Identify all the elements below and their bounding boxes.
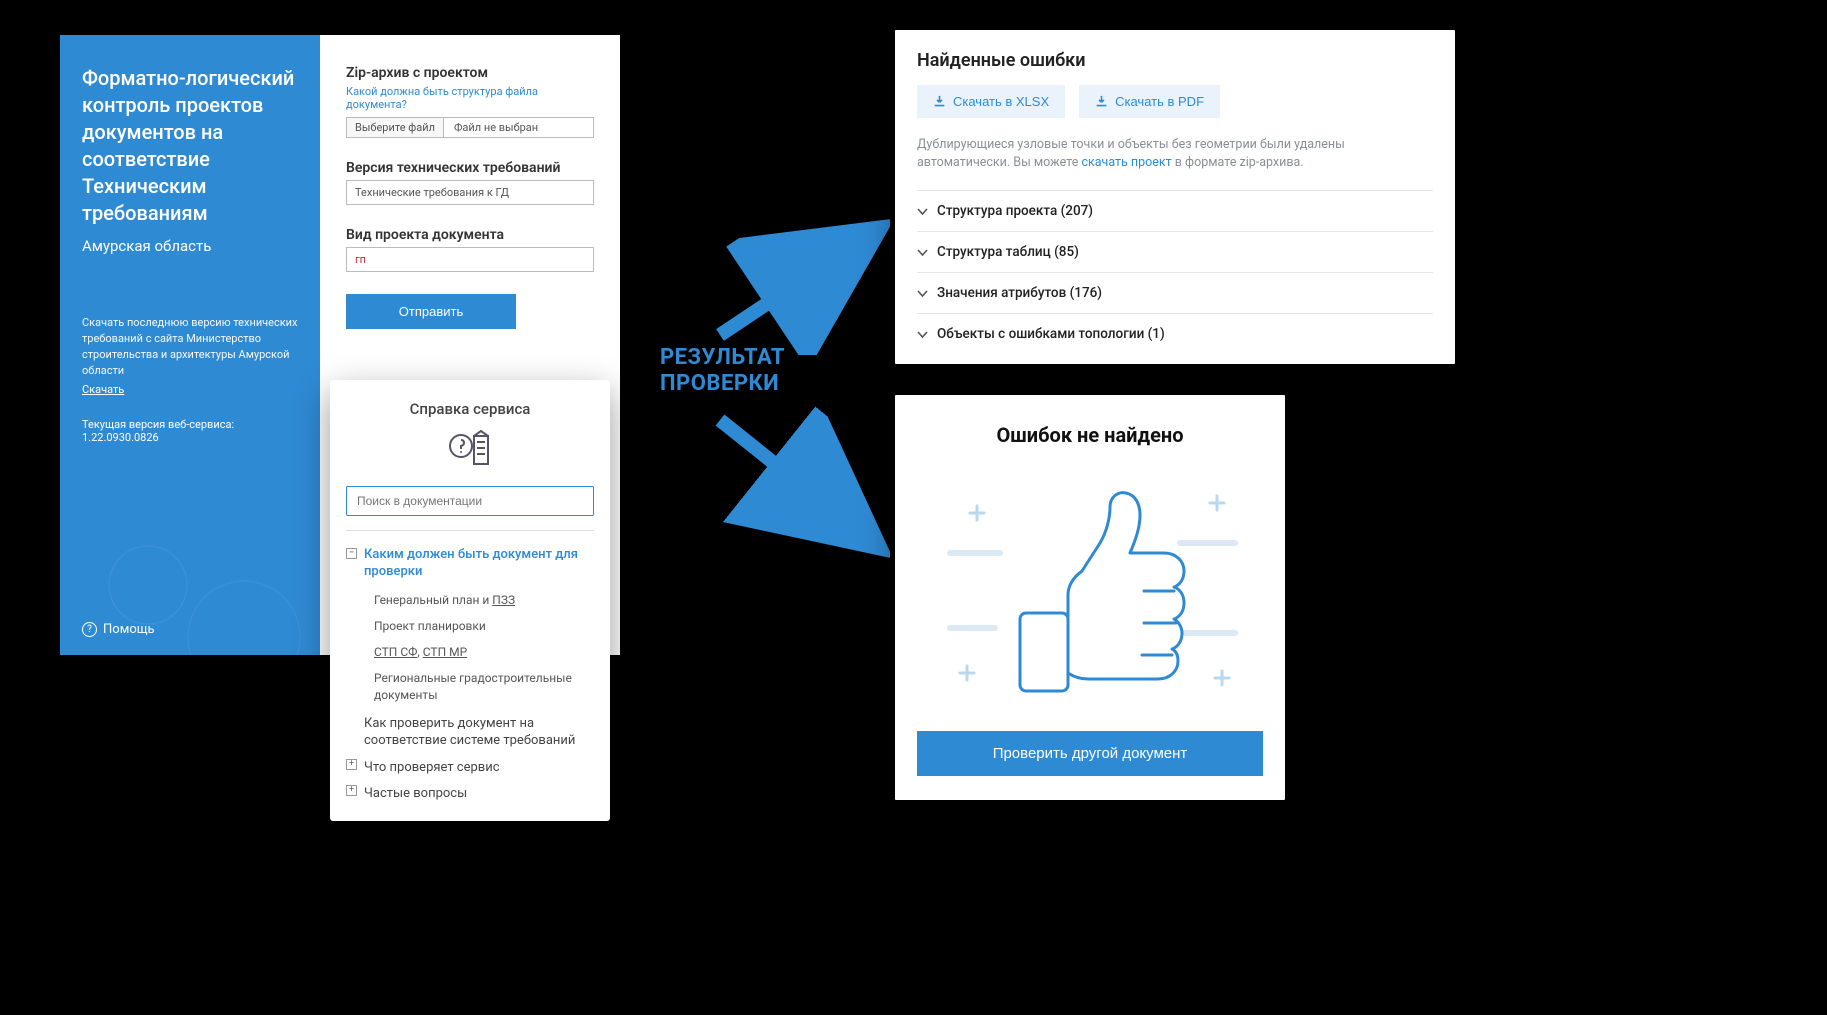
file-status: Файл не выбран (444, 117, 594, 138)
download-icon (933, 95, 946, 108)
download-xlsx-button[interactable]: Скачать в XLSX (917, 85, 1065, 118)
divider (346, 530, 594, 531)
help-item-planirovka[interactable]: Проект планировки (346, 613, 594, 639)
help-item-genplan[interactable]: Генеральный план и ПЗЗ (346, 587, 594, 613)
download-buttons: Скачать в XLSX Скачать в PDF (917, 85, 1433, 118)
collapse-icon: − (346, 548, 357, 559)
help-item-stp[interactable]: СТП СФ, СТП МР (346, 639, 594, 665)
help-link[interactable]: ? Помощь (82, 622, 300, 637)
errors-note: Дублирующиеся узловые точки и объекты бе… (917, 136, 1433, 172)
zip-structure-hint[interactable]: Какой должна быть структура файла докуме… (346, 85, 594, 111)
chevron-down-icon (917, 247, 928, 258)
error-category-row[interactable]: Структура проекта (207) (917, 190, 1433, 231)
choose-file-button[interactable]: Выберите файл (346, 117, 444, 138)
app-title: Форматно-логический контроль проектов до… (82, 65, 300, 227)
errors-title: Найденные ошибки (917, 50, 1433, 71)
expand-icon: + (346, 759, 357, 770)
thumbs-up-icon (917, 463, 1263, 713)
help-search-input[interactable] (346, 486, 594, 516)
project-type-label: Вид проекта документа (346, 227, 594, 243)
help-section-label: Каким должен быть документ для проверки (364, 547, 578, 579)
arrow-up-icon (700, 215, 890, 355)
error-category-label: Значения атрибутов (176) (937, 285, 1102, 301)
project-type-select[interactable]: гп (346, 247, 594, 272)
file-picker-row: Выберите файл Файл не выбран (346, 117, 594, 138)
help-panel-title: Справка сервиса (346, 400, 594, 418)
error-category-row[interactable]: Структура таблиц (85) (917, 231, 1433, 272)
arrow-down-icon (700, 400, 890, 560)
help-panel: Справка сервиса − Каким должен быть доку… (330, 380, 610, 821)
help-section-faq[interactable]: + Частые вопросы (346, 778, 594, 805)
error-category-row[interactable]: Значения атрибутов (176) (917, 272, 1433, 313)
help-section-document-format[interactable]: − Каким должен быть документ для проверк… (346, 541, 594, 587)
check-another-button[interactable]: Проверить другой документ (917, 731, 1263, 776)
download-icon (1095, 95, 1108, 108)
tech-version-label: Версия технических требований (346, 160, 594, 176)
error-category-label: Структура таблиц (85) (937, 244, 1079, 260)
errors-card: Найденные ошибки Скачать в XLSX Скачать … (895, 30, 1455, 364)
help-logo-icon (346, 428, 594, 470)
error-categories: Структура проекта (207) Структура таблиц … (917, 190, 1433, 354)
download-project-link[interactable]: скачать проект (1081, 155, 1171, 170)
question-icon: ? (82, 622, 97, 637)
download-requirements-link[interactable]: Скачать (82, 383, 300, 396)
submit-button[interactable]: Отправить (346, 294, 516, 329)
chevron-down-icon (917, 206, 928, 217)
version-label: Текущая версия веб-сервиса: (82, 418, 300, 431)
success-card: Ошибок не найдено (895, 395, 1285, 800)
error-category-row[interactable]: Объекты с ошибками топологии (1) (917, 313, 1433, 354)
success-title: Ошибок не найдено (917, 423, 1263, 447)
chevron-down-icon (917, 329, 928, 340)
help-link-label: Помощь (103, 622, 155, 637)
error-category-label: Объекты с ошибками топологии (1) (937, 326, 1165, 342)
help-section-how-to-check[interactable]: Как проверить документ на соответствие с… (346, 708, 594, 752)
zip-label: Zip-архив с проектом (346, 65, 594, 81)
download-pdf-button[interactable]: Скачать в PDF (1079, 85, 1220, 118)
help-item-regional[interactable]: Региональные градостроительные документы (346, 665, 594, 707)
sidebar-blue: Форматно-логический контроль проектов до… (60, 35, 320, 655)
help-section-what-checks[interactable]: + Что проверяет сервис (346, 752, 594, 779)
error-category-label: Структура проекта (207) (937, 203, 1093, 219)
chevron-down-icon (917, 288, 928, 299)
region-subtitle: Амурская область (82, 237, 300, 255)
expand-icon: + (346, 785, 357, 796)
sidebar-description: Скачать последнюю версию технических тре… (82, 315, 300, 379)
tech-version-select[interactable]: Технические требования к ГД (346, 180, 594, 205)
version-value: 1.22.0930.0826 (82, 431, 300, 444)
